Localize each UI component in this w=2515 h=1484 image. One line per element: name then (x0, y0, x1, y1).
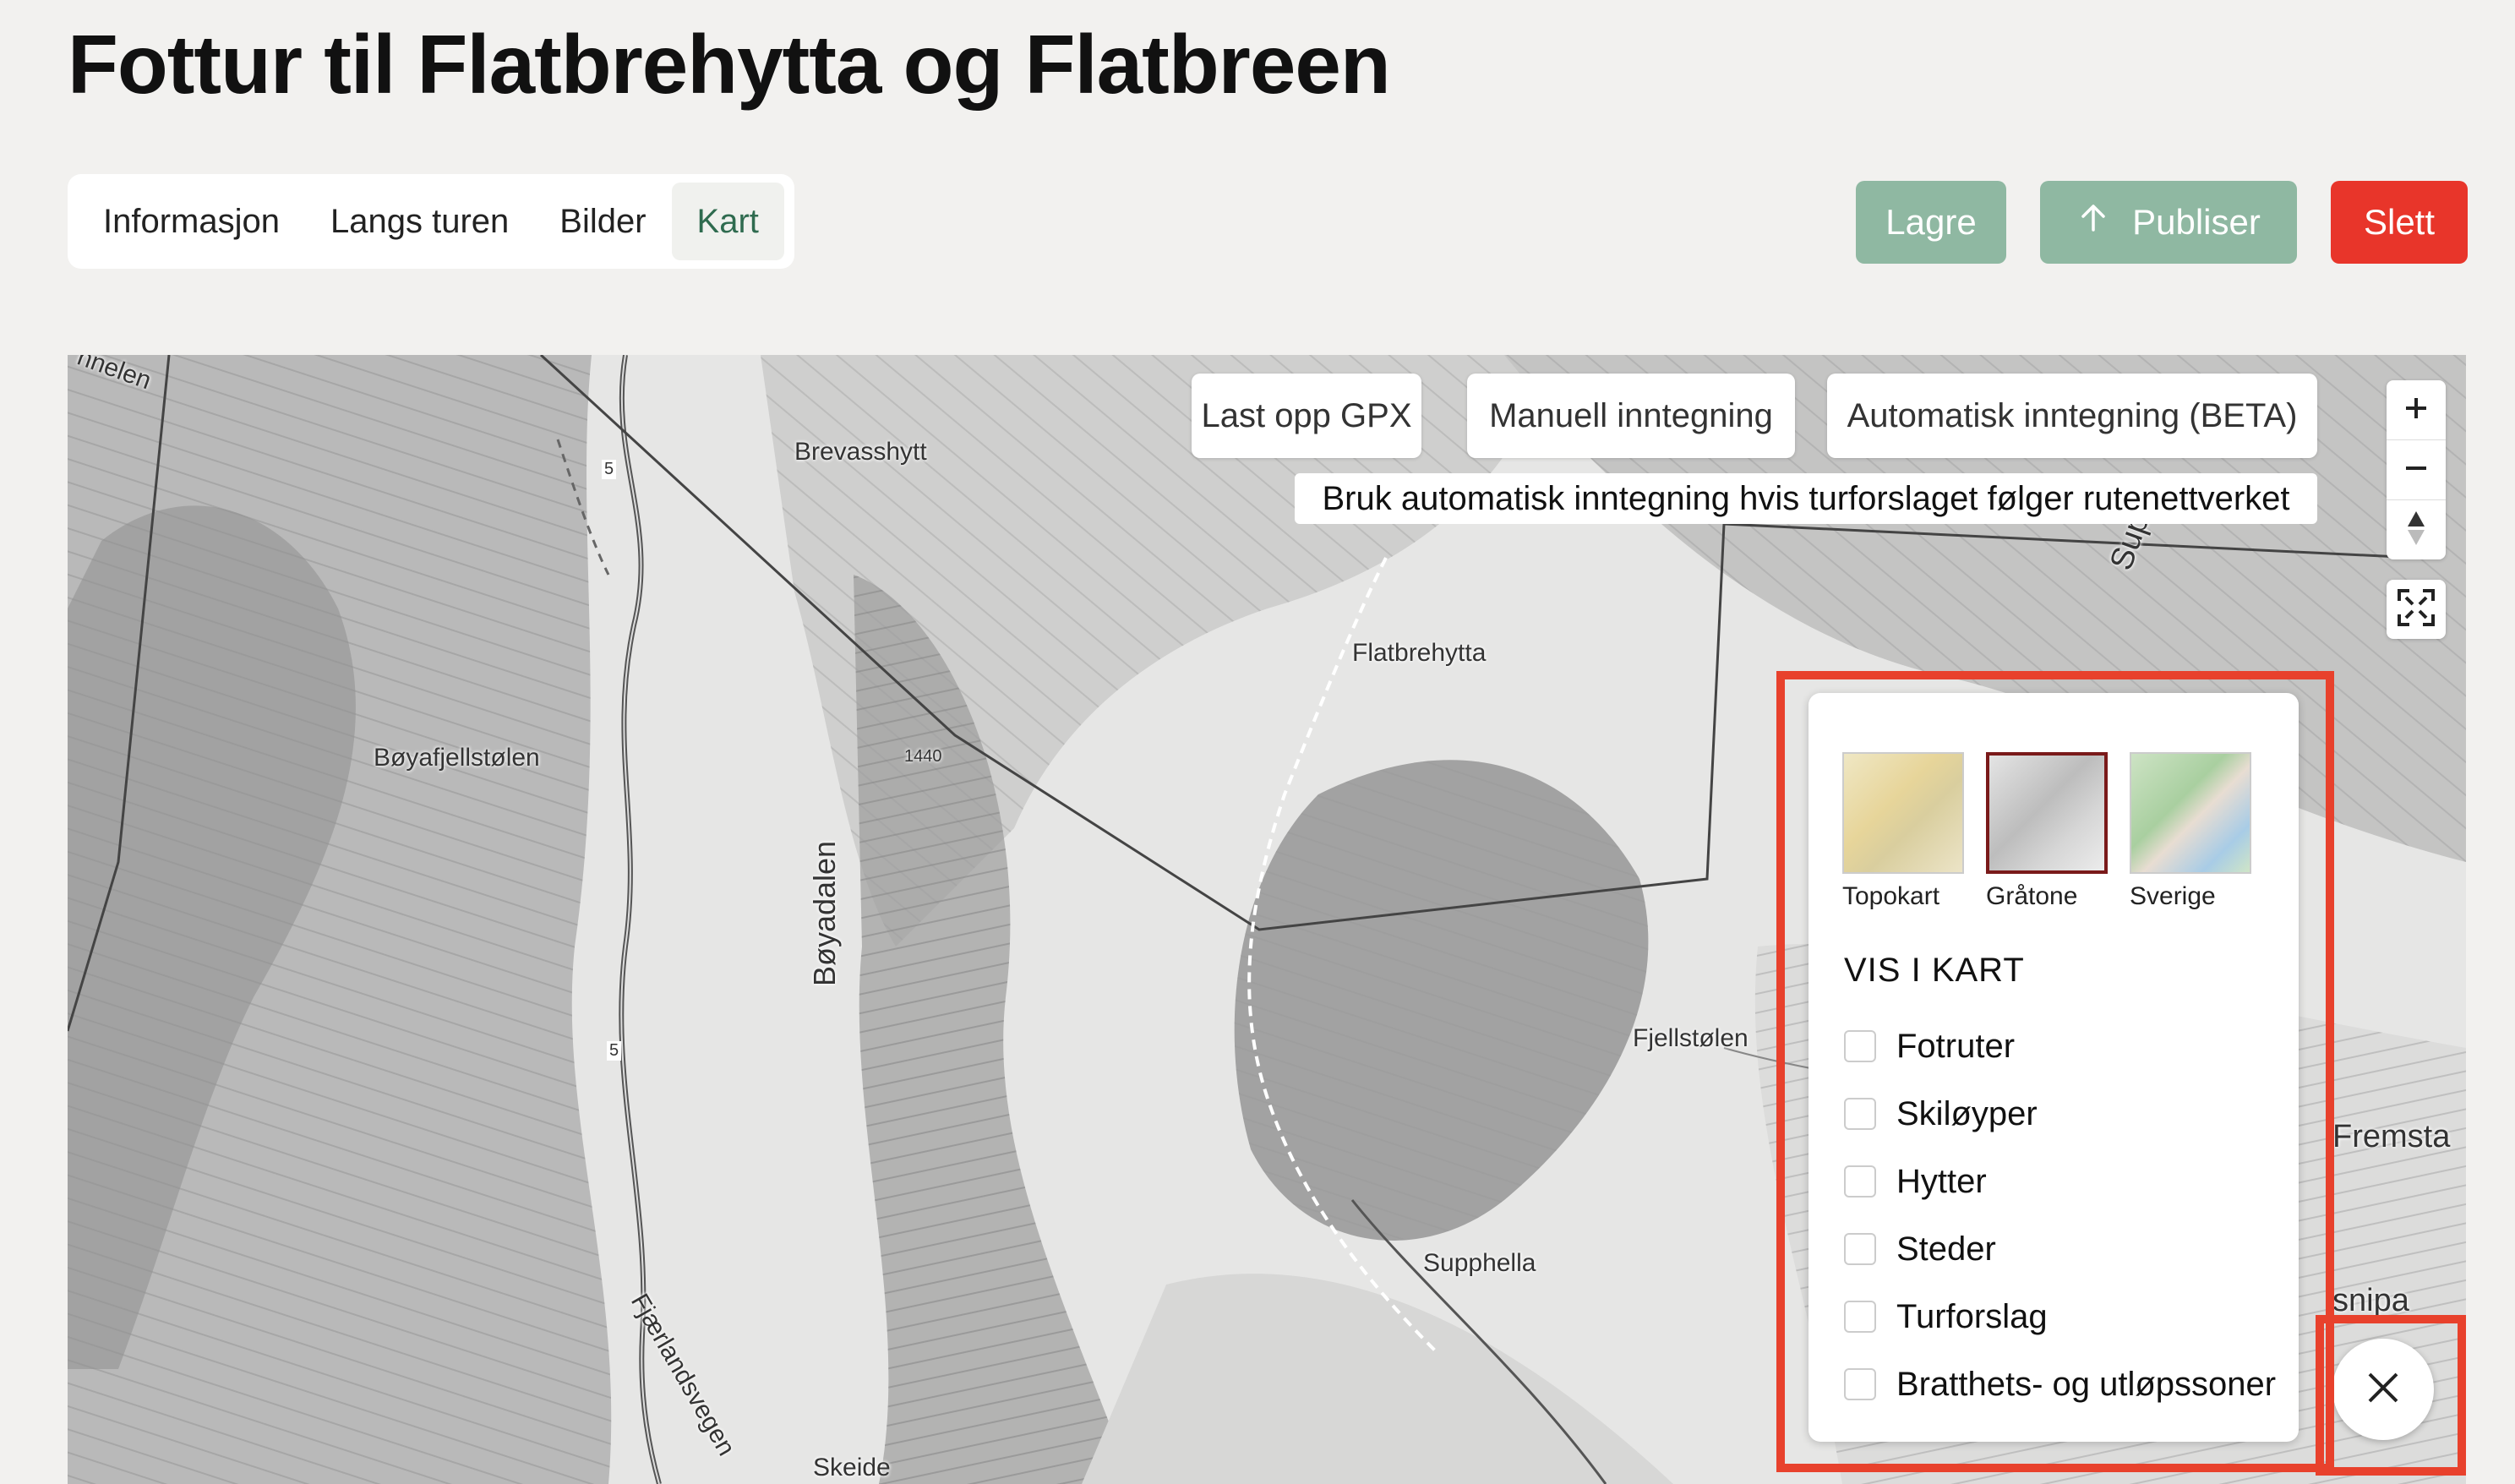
base-map-topokart[interactable]: Topokart (1842, 752, 1967, 911)
layer-toggle-fotruter[interactable]: Fotruter (1844, 1012, 2276, 1080)
tab-kart[interactable]: Kart (671, 183, 784, 260)
gratone-thumbnail (1986, 752, 2108, 874)
base-map-selector: Topokart Gråtone Sverige (1842, 752, 2255, 911)
map-label-fjellstolen: Fjellstølen (1633, 1024, 1748, 1052)
zoom-in-button[interactable] (2387, 380, 2446, 440)
base-map-label: Sverige (2130, 882, 2216, 910)
base-map-gratone[interactable]: Gråtone (1986, 752, 2111, 911)
delete-button[interactable]: Slett (2331, 181, 2468, 264)
layer-checkbox[interactable] (1844, 1368, 1876, 1400)
layer-checkbox[interactable] (1844, 1098, 1876, 1130)
automatic-drawing-button[interactable]: Automatisk inntegning (BETA) (1827, 374, 2317, 458)
layer-label: Turforslag (1896, 1297, 2048, 1335)
base-map-label: Gråtone (1986, 882, 2078, 910)
save-button-label: Lagre (1885, 202, 1977, 242)
sverige-thumbnail (2130, 752, 2251, 874)
layer-checkbox[interactable] (1844, 1233, 1876, 1265)
zoom-controls (2387, 380, 2446, 559)
topokart-thumbnail (1842, 752, 1964, 874)
delete-button-label: Slett (2363, 202, 2436, 242)
page-title: Fottur til Flatbrehytta og Flatbreen (68, 18, 1391, 111)
layer-toggle-bratthets[interactable]: Bratthets- og utløpssoner (1844, 1350, 2276, 1418)
base-map-label: Topokart (1842, 882, 1940, 910)
arrow-up-icon (2076, 201, 2110, 243)
zoom-out-button[interactable] (2387, 440, 2446, 500)
layer-label: Steder (1896, 1230, 1996, 1268)
minus-icon (2403, 455, 2430, 486)
layer-label: Hytter (1896, 1162, 1987, 1200)
layer-checkbox[interactable] (1844, 1165, 1876, 1198)
map-label-flatbrehytta: Flatbrehytta (1352, 639, 1487, 667)
map-label-snipa: snipa (2332, 1283, 2409, 1318)
upload-gpx-button[interactable]: Last opp GPX (1192, 374, 1421, 458)
publish-button-label: Publiser (2132, 202, 2261, 242)
close-icon (2365, 1369, 2402, 1410)
layer-toggle-turforslag[interactable]: Turforslag (1844, 1283, 2276, 1350)
tab-langs-turen[interactable]: Langs turen (305, 183, 534, 260)
map-label-elevation: 1440 (904, 747, 942, 766)
reset-bearing-button[interactable] (2387, 500, 2446, 559)
map-layer-panel: Topokart Gråtone Sverige VIS I KART Fotr… (1809, 693, 2299, 1442)
compass-icon (2406, 510, 2426, 551)
map-label-fremsta: Fremsta (2332, 1119, 2451, 1154)
publish-button[interactable]: Publiser (2040, 181, 2297, 264)
map-label-supphella: Supphella (1423, 1249, 1536, 1277)
road-number-badge: 5 (607, 1041, 622, 1061)
close-layer-panel-button[interactable] (2332, 1339, 2434, 1440)
layers-section-title: VIS I KART (1844, 952, 2025, 989)
layer-toggle-steder[interactable]: Steder (1844, 1215, 2276, 1283)
layer-checkbox[interactable] (1844, 1030, 1876, 1062)
plus-icon (2403, 395, 2430, 426)
layer-label: Bratthets- og utløpssoner (1896, 1365, 2277, 1403)
automatic-drawing-hint: Bruk automatisk inntegning hvis turforsl… (1295, 473, 2317, 524)
map-label-brevasshytt: Brevasshytt (794, 438, 927, 466)
save-button[interactable]: Lagre (1856, 181, 2006, 264)
map-label-skeide: Skeide (813, 1454, 891, 1481)
fullscreen-button[interactable] (2387, 580, 2446, 639)
map-label-boyadalen: Bøyadalen (807, 840, 843, 987)
layer-checkbox[interactable] (1844, 1301, 1876, 1333)
base-map-sverige[interactable]: Sverige (2130, 752, 2255, 911)
map-label-boyafjellstolen: Bøyafjellstølen (374, 744, 540, 772)
tab-informasjon[interactable]: Informasjon (78, 183, 305, 260)
layer-toggle-skiloyper[interactable]: Skiløyper (1844, 1080, 2276, 1148)
map[interactable]: nnelen Brevasshytt Flatbrehytta Bøyafjel… (68, 355, 2466, 1484)
tab-bilder[interactable]: Bilder (534, 183, 671, 260)
tab-bar: Informasjon Langs turen Bilder Kart (68, 174, 794, 269)
road-number-badge: 5 (602, 460, 617, 479)
layer-toggle-hytter[interactable]: Hytter (1844, 1148, 2276, 1215)
manual-drawing-button[interactable]: Manuell inntegning (1467, 374, 1795, 458)
fullscreen-icon (2396, 587, 2436, 632)
layer-label: Skiløyper (1896, 1094, 2038, 1132)
layer-label: Fotruter (1896, 1027, 2016, 1065)
layer-list: Fotruter Skiløyper Hytter Steder Turfors… (1844, 1012, 2276, 1418)
